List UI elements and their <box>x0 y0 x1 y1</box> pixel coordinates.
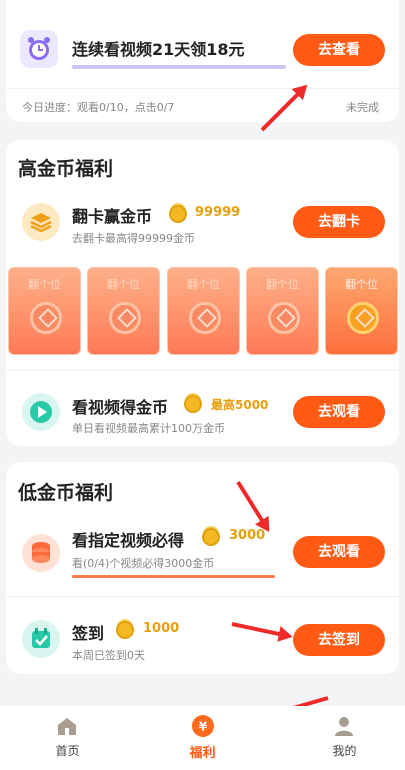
signin-subtitle: 本周已签到0天 <box>72 649 145 662</box>
flip-card-label: 翻个位 <box>187 278 220 291</box>
tab-home-label: 首页 <box>55 744 80 758</box>
tab-mine-label: 我的 <box>332 744 357 758</box>
video-coin-subtitle: 单日看视频最高累计100万金币 <box>72 422 225 435</box>
flip-card-label: 翻个位 <box>107 278 140 291</box>
flip-card-5[interactable]: 翻个位 <box>325 267 398 355</box>
house-icon <box>58 718 76 735</box>
flip-card-label: 翻个位 <box>266 278 299 291</box>
divider <box>6 370 399 371</box>
watch-specified-subtitle: 看(0/4)个视频必得3000金币 <box>72 557 215 570</box>
high-coin-card: 高金币福利 翻卡赢金币 99999 去翻卡最高得99999金币 去翻卡 翻个位 … <box>6 140 399 446</box>
bottom-tab-bar: 首页 ¥ 福利 我的 <box>0 706 405 770</box>
tab-welfare[interactable]: ¥ 福利 <box>135 706 270 770</box>
streak-status: 未完成 <box>346 101 379 114</box>
coin-stack-icon <box>22 534 60 572</box>
alarm-clock-icon <box>20 30 58 68</box>
tab-home[interactable]: 首页 <box>0 706 135 770</box>
flip-card-1[interactable]: 翻个位 <box>8 267 81 355</box>
flip-card-3[interactable]: 翻个位 <box>167 267 240 355</box>
flip-card-subtitle: 去翻卡最高得99999金币 <box>72 232 195 245</box>
watch-specified-progress-bar <box>72 575 275 578</box>
play-icon <box>22 393 60 431</box>
star-icon <box>30 302 62 334</box>
flip-card-coins: 99999 <box>195 205 241 220</box>
signin-title: 签到 <box>72 624 105 643</box>
star-icon <box>347 302 379 334</box>
watch-video-button[interactable]: 去观看 <box>293 396 385 428</box>
streak-card: 连续看视频21天领18元 去查看 今日进度：观看0/10，点击0/7 未完成 <box>6 0 399 122</box>
svg-text:¥: ¥ <box>199 720 208 734</box>
streak-progress-text: 今日进度：观看0/10，点击0/7 <box>22 101 175 114</box>
low-coin-card: 低金币福利 看指定视频必得 3000 看(0/4)个视频必得3000金币 去观看… <box>6 462 399 674</box>
flip-card-label: 翻个位 <box>28 278 61 291</box>
go-flip-button[interactable]: 去翻卡 <box>293 206 385 238</box>
star-icon <box>268 302 300 334</box>
flip-card-4[interactable]: 翻个位 <box>246 267 319 355</box>
star-icon <box>109 302 141 334</box>
calendar-check-icon <box>22 620 60 658</box>
coin-icon <box>116 621 134 639</box>
streak-progress-bar <box>72 65 286 69</box>
flip-card-title: 翻卡赢金币 <box>72 207 153 226</box>
person-icon <box>335 717 353 736</box>
coin-icon <box>202 528 220 546</box>
coin-icon <box>169 205 187 223</box>
streak-title: 连续看视频21天领18元 <box>72 40 245 59</box>
tab-mine[interactable]: 我的 <box>270 706 405 770</box>
flip-card-label: 翻个位 <box>345 278 378 291</box>
watch-specified-button[interactable]: 去观看 <box>293 536 385 568</box>
view-streak-button[interactable]: 去查看 <box>293 34 385 66</box>
layers-icon <box>22 203 60 241</box>
flip-card-2[interactable]: 翻个位 <box>87 267 160 355</box>
video-coin-title: 看视频得金币 <box>72 398 169 417</box>
low-coin-section-title: 低金币福利 <box>18 482 114 504</box>
tab-welfare-label: 福利 <box>189 746 216 761</box>
star-icon <box>189 302 221 334</box>
divider <box>6 596 399 597</box>
video-coin-max: 最高5000 <box>211 398 269 412</box>
coin-icon <box>184 395 202 413</box>
watch-specified-title: 看指定视频必得 <box>72 531 185 550</box>
yen-coin-icon: ¥ <box>192 715 214 737</box>
signin-button[interactable]: 去签到 <box>293 624 385 656</box>
divider <box>6 88 399 89</box>
high-coin-section-title: 高金币福利 <box>18 158 114 180</box>
signin-coins: 1000 <box>143 621 180 636</box>
